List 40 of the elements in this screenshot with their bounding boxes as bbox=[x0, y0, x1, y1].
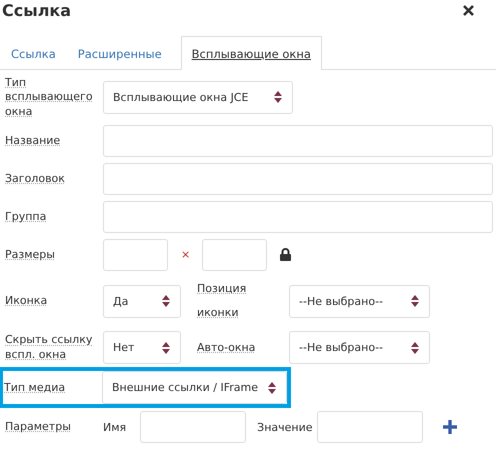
input-field[interactable] bbox=[103, 238, 168, 271]
select-field[interactable]: --Не выбрано-- bbox=[289, 284, 430, 318]
select-field[interactable]: --Не выбрано-- bbox=[289, 331, 430, 364]
input-field[interactable] bbox=[103, 200, 493, 233]
select-arrows-icon bbox=[411, 295, 419, 308]
select-arrows-icon bbox=[268, 382, 276, 394]
select-arrows-icon bbox=[162, 295, 170, 308]
field-label: Позиция иконки bbox=[197, 282, 246, 320]
field-label: Группа bbox=[5, 210, 46, 223]
field-label: Иконка bbox=[5, 294, 48, 307]
input-field[interactable] bbox=[140, 411, 246, 444]
dialog-title: Ссылка bbox=[2, 0, 72, 20]
select-field[interactable]: Внешние ссылки / IFrame bbox=[102, 371, 287, 404]
add-icon[interactable] bbox=[442, 419, 458, 436]
field-label: Имя bbox=[103, 420, 126, 434]
select-field[interactable]: Да bbox=[103, 284, 181, 318]
times-sign: × bbox=[181, 248, 190, 262]
field-label: Значение bbox=[257, 420, 313, 434]
tab[interactable]: Расширенные bbox=[66, 36, 173, 70]
field-label: Скрыть ссылку вспл. окна bbox=[5, 333, 92, 361]
input-field[interactable] bbox=[316, 411, 423, 444]
field-label: Параметры bbox=[5, 420, 71, 434]
select-arrows-icon bbox=[162, 342, 170, 354]
tab[interactable]: Всплывающие окна bbox=[180, 36, 322, 70]
input-field[interactable] bbox=[202, 238, 268, 271]
select-field[interactable]: Нет bbox=[103, 331, 181, 364]
field-label: Тип медиа bbox=[4, 380, 66, 394]
field-label: Размеры bbox=[5, 248, 55, 261]
lock-icon[interactable] bbox=[280, 248, 292, 262]
select-arrows-icon bbox=[274, 91, 282, 104]
close-icon[interactable] bbox=[463, 4, 474, 16]
input-field[interactable] bbox=[103, 124, 493, 157]
select-arrows-icon bbox=[411, 342, 419, 354]
input-field[interactable] bbox=[103, 162, 493, 195]
field-label: Тип всплывающего окна bbox=[5, 76, 93, 118]
select-field[interactable]: Всплывающие окна JCE bbox=[103, 80, 293, 114]
tab[interactable]: Ссылка bbox=[0, 36, 67, 70]
field-label: Авто-окна bbox=[197, 340, 256, 354]
field-label: Заголовок bbox=[5, 172, 65, 185]
field-label: Название bbox=[5, 134, 60, 147]
